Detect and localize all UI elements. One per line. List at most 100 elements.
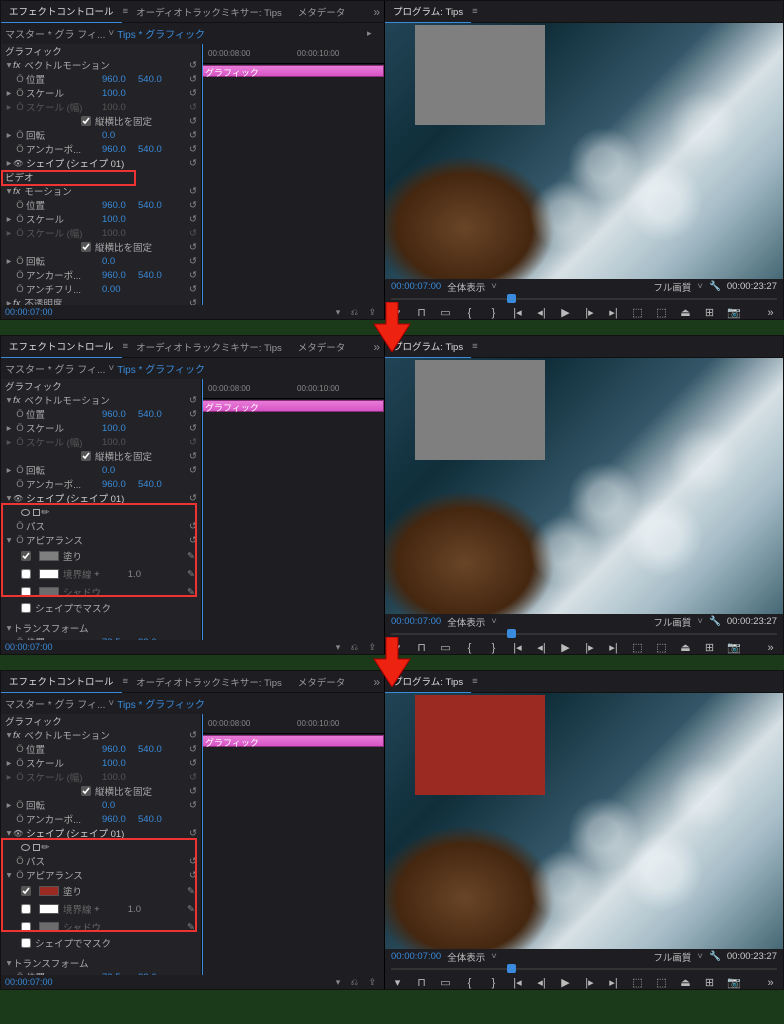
timeline-ruler[interactable]: 00:00:08:00 00:00:10:00 [202, 44, 384, 64]
program-scrubber[interactable] [391, 964, 777, 973]
ec-timeline[interactable]: 00:00:08:0000:00:10:00 グラフィック [201, 714, 384, 975]
chevron-down-icon[interactable]: ˅ [697, 281, 703, 292]
in-out-overlay-icon[interactable]: ▭ [439, 306, 452, 319]
fx-vector-motion[interactable]: ベクトルモーション [24, 58, 109, 72]
prop-rotation[interactable]: 回転 [26, 798, 102, 812]
reset-icon[interactable]: ↺ [189, 284, 197, 295]
chevron-down-icon[interactable]: ˅ [491, 616, 497, 627]
lock-aspect-checkbox[interactable] [81, 451, 91, 461]
clip-name[interactable]: Tips * グラフィック [117, 696, 205, 711]
prop-path[interactable]: パス [26, 519, 45, 533]
reset-icon[interactable]: ↺ [189, 270, 197, 281]
reset-icon[interactable]: ↺ [189, 200, 197, 211]
reset-icon[interactable]: ↺ [189, 242, 197, 253]
quality-select[interactable]: フル画質 [653, 280, 691, 294]
val-scale[interactable]: 100.0 [102, 758, 138, 769]
tab-metadata[interactable]: メタデータ [290, 336, 354, 358]
reset-icon[interactable]: ↺ [189, 800, 197, 811]
step-back-icon[interactable]: ◂| [535, 976, 548, 989]
export-frame-icon[interactable]: ⏏ [679, 641, 692, 654]
ec-timeline[interactable]: 00:00:08:00 00:00:10:00 グラフィック [201, 44, 384, 305]
reset-icon[interactable]: ↺ [189, 130, 197, 141]
step-forward-icon[interactable]: |▸ [583, 306, 596, 319]
panel-menu-icon[interactable]: ≡ [472, 6, 478, 17]
go-to-out-icon[interactable]: ▸| [607, 976, 620, 989]
val-tpos-y[interactable]: 82.6 [138, 972, 174, 976]
fill-color-swatch[interactable] [39, 886, 59, 896]
reset-icon[interactable]: ↺ [189, 186, 197, 197]
stroke-color-swatch[interactable] [39, 569, 59, 579]
current-timecode[interactable]: 00:00:07:00 [5, 307, 53, 317]
eye-icon[interactable]: 👁 [13, 159, 23, 168]
current-timecode[interactable]: 00:00:07:00 [5, 977, 53, 987]
val-anchor-y[interactable]: 540.0 [138, 479, 174, 490]
reset-icon[interactable]: ↺ [189, 116, 197, 127]
val-pos-x[interactable]: 960.0 [102, 409, 138, 420]
fx-opacity[interactable]: 不透明度 [24, 296, 62, 305]
fx-motion[interactable]: モーション [24, 184, 71, 198]
reset-icon[interactable]: ↺ [189, 158, 197, 169]
val-pos-x[interactable]: 960.0 [102, 74, 138, 85]
reset-icon[interactable]: ↺ [189, 493, 197, 504]
disclosure-icon[interactable]: ▾ [5, 958, 13, 969]
reset-icon[interactable]: ↺ [189, 786, 197, 797]
go-to-in-icon[interactable]: |◂ [511, 306, 524, 319]
val-tpos-x[interactable]: 73.5 [102, 972, 138, 976]
eyedropper-icon[interactable]: ✎ [187, 587, 195, 598]
fill-checkbox[interactable] [21, 886, 31, 896]
eyedropper-icon[interactable]: ✎ [187, 551, 195, 562]
disclosure-icon[interactable]: ▸ [5, 88, 13, 99]
button-editor-icon[interactable]: » [764, 977, 777, 989]
prop-anchor[interactable]: アンカーポ... [26, 477, 102, 491]
eye-icon[interactable]: 👁 [13, 494, 23, 503]
val-rotation[interactable]: 0.0 [102, 130, 138, 141]
go-to-out-icon[interactable]: ▸| [607, 641, 620, 654]
fill-color-swatch[interactable] [39, 551, 59, 561]
shape-preview[interactable] [415, 695, 545, 795]
disclosure-icon[interactable]: ▾ [5, 535, 13, 546]
stopwatch-icon[interactable]: Ö [14, 74, 26, 85]
scrub-head[interactable] [507, 964, 516, 973]
val-pos-x[interactable]: 960.0 [102, 744, 138, 755]
mark-out-icon[interactable]: } [487, 642, 500, 654]
stroke-width[interactable]: 1.0 [128, 904, 141, 915]
reset-icon[interactable]: ↺ [189, 828, 197, 839]
shape-mask-checkbox[interactable] [21, 603, 31, 613]
disclosure-icon[interactable]: ▾ [5, 870, 13, 881]
extract-icon[interactable]: ⬚ [655, 976, 668, 989]
play-icon[interactable]: ▶ [559, 641, 572, 654]
fx-shape[interactable]: シェイプ (シェイプ 01) [26, 156, 124, 170]
disclosure-icon[interactable]: ▾ [5, 828, 13, 839]
val-pos-x[interactable]: 960.0 [102, 200, 138, 211]
reset-icon[interactable]: ↺ [189, 758, 197, 769]
mark-out-icon[interactable]: } [487, 307, 500, 319]
stroke-color-swatch[interactable] [39, 904, 59, 914]
val-tpos-y[interactable]: 82.6 [138, 637, 174, 641]
playhead[interactable] [202, 44, 203, 305]
reset-icon[interactable]: ↺ [189, 74, 197, 85]
program-timecode-current[interactable]: 00:00:07:00 [391, 281, 441, 292]
go-to-in-icon[interactable]: |◂ [511, 976, 524, 989]
in-out-insert-icon[interactable]: ⊓ [415, 641, 428, 654]
disclosure-icon[interactable]: ▸ [5, 158, 13, 169]
program-timecode-current[interactable]: 00:00:07:00 [391, 616, 441, 627]
reset-icon[interactable]: ↺ [189, 395, 197, 406]
add-stroke-icon[interactable]: + [94, 569, 100, 580]
shadow-color-swatch[interactable] [39, 922, 59, 932]
comparison-icon[interactable]: ⊞ [703, 306, 716, 319]
export-frame-icon[interactable]: ⏏ [679, 976, 692, 989]
val-pos-y[interactable]: 540.0 [138, 744, 174, 755]
panel-overflow-icon[interactable]: » [369, 5, 384, 19]
reset-icon[interactable]: ↺ [189, 409, 197, 420]
stroke-checkbox[interactable] [21, 904, 31, 914]
val-anchor-x[interactable]: 960.0 [102, 479, 138, 490]
prop-appearance[interactable]: アピアランス [26, 533, 83, 547]
comparison-icon[interactable]: ⊞ [703, 641, 716, 654]
camera-icon[interactable]: 📷 [727, 306, 740, 319]
disclosure-icon[interactable]: ▾ [5, 395, 13, 406]
disclosure-icon[interactable]: ▸ [5, 214, 13, 225]
shape-preview[interactable] [415, 360, 545, 460]
quality-select[interactable]: フル画質 [653, 615, 691, 629]
step-forward-icon[interactable]: |▸ [583, 641, 596, 654]
chevron-down-icon[interactable]: ˅ [697, 616, 703, 627]
